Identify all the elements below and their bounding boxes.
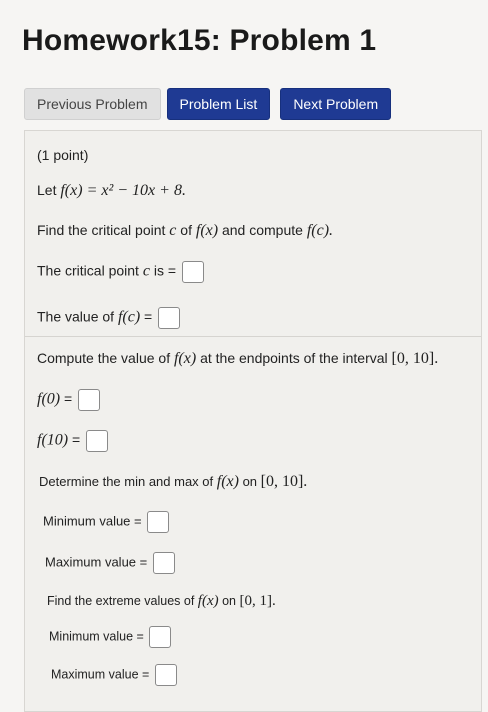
previous-problem-button[interactable]: Previous Problem xyxy=(24,88,161,120)
instruction-critical: Find the critical point c of f(x) and co… xyxy=(37,222,333,240)
instruction-text: on xyxy=(218,594,240,608)
f10-row: f(10) = xyxy=(37,430,109,452)
problem-nav: Previous Problem Problem List Next Probl… xyxy=(24,88,392,120)
var-fc: f(c). xyxy=(306,222,334,239)
f0-row: f(0) = xyxy=(37,389,101,411)
value-label: The value of xyxy=(37,308,118,325)
f0-label: f(0) xyxy=(37,390,61,408)
interval-text: [0, 10]. xyxy=(391,350,439,367)
minimum-input-1[interactable] xyxy=(147,511,170,533)
instruction-text: and compute xyxy=(218,222,307,238)
max2-row: Maximum value = xyxy=(51,664,177,686)
page-title: Homework15: Problem 1 xyxy=(22,24,377,57)
instruction-text: at the endpoints of the interval xyxy=(196,350,392,366)
var-fx: f(x) xyxy=(195,222,219,239)
minimum-input-2[interactable] xyxy=(149,626,172,648)
fc-value-row: The value of f(c) = xyxy=(37,307,181,329)
minimum-label: Minimum value = xyxy=(49,629,148,644)
f0-input[interactable] xyxy=(78,389,101,411)
instruction-text: Compute the value of xyxy=(37,350,174,366)
instruction-endpoints: Compute the value of f(x) at the endpoin… xyxy=(37,350,438,368)
maximum-label: Maximum value = xyxy=(45,554,151,570)
min1-row: Minimum value = xyxy=(43,511,170,533)
interval-text: [0, 10]. xyxy=(260,473,308,490)
critical-point-row: The critical point c is = xyxy=(37,261,204,283)
instruction-text: Find the critical point xyxy=(37,222,170,238)
f0-eq: = xyxy=(60,390,77,407)
var-c: c xyxy=(142,262,150,280)
max1-row: Maximum value = xyxy=(45,552,175,574)
var-fx: f(x) xyxy=(173,350,197,367)
f10-eq: = xyxy=(68,431,85,448)
value-label-eq: = xyxy=(140,308,157,325)
section-divider xyxy=(25,336,481,337)
min2-row: Minimum value = xyxy=(49,626,172,648)
instruction-text: of xyxy=(176,222,196,238)
critical-point-input[interactable] xyxy=(181,261,204,283)
f10-input[interactable] xyxy=(86,430,109,452)
maximum-label: Maximum value = xyxy=(51,667,153,682)
maximum-input-1[interactable] xyxy=(152,552,175,574)
function-formula: f(x) = x² − 10x + 8. xyxy=(60,182,186,199)
instruction-extreme: Find the extreme values of f(x) on [0, 1… xyxy=(47,593,276,610)
maximum-input-2[interactable] xyxy=(154,664,177,686)
critical-label-eq: is = xyxy=(149,262,180,279)
critical-label: The critical point xyxy=(37,262,143,279)
var-fx: f(x) xyxy=(197,593,219,609)
problem-list-button[interactable]: Problem List xyxy=(166,88,271,120)
let-prefix: Let xyxy=(37,182,61,198)
instruction-minmax: Determine the min and max of f(x) on [0,… xyxy=(39,473,307,491)
problem-panel: (1 point) Let f(x) = x² − 10x + 8. Find … xyxy=(24,130,482,712)
instruction-text: Find the extreme values of xyxy=(47,594,198,608)
interval-text: [0, 1]. xyxy=(239,593,276,609)
fc-value-input[interactable] xyxy=(158,307,181,329)
var-fx: f(x) xyxy=(216,473,239,490)
var-fc: f(c) xyxy=(117,308,141,326)
f10-label: f(10) xyxy=(37,431,69,449)
next-problem-button[interactable]: Next Problem xyxy=(280,88,392,120)
minimum-label: Minimum value = xyxy=(43,513,146,529)
instruction-text: Determine the min and max of xyxy=(39,474,217,489)
points-label: (1 point) xyxy=(37,147,89,163)
function-definition: Let f(x) = x² − 10x + 8. xyxy=(37,182,186,200)
instruction-text: on xyxy=(238,474,261,489)
